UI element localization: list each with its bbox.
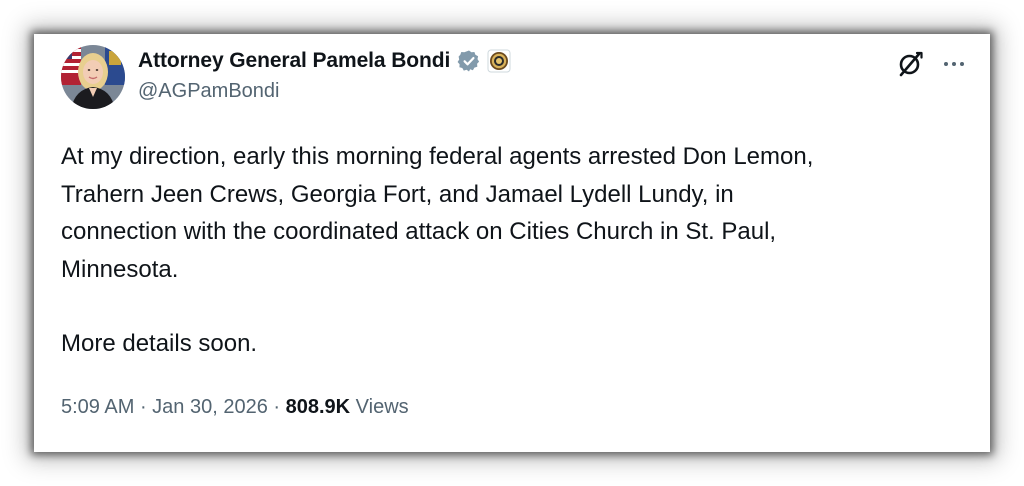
avatar-photo-icon: [61, 45, 125, 109]
tweet-meta: 5:09 AM · Jan 30, 2026 · 808.9K Views: [61, 396, 409, 419]
grok-icon[interactable]: [896, 50, 924, 78]
meta-separator: ·: [267, 396, 286, 418]
tweet-date[interactable]: Jan 30, 2026: [152, 396, 268, 418]
views-count[interactable]: 808.9K: [286, 396, 351, 418]
department-of-justice-seal-icon[interactable]: [487, 49, 511, 73]
tweet-time[interactable]: 5:09 AM: [61, 396, 134, 418]
author-name-row: Attorney General Pamela Bondi: [138, 47, 511, 75]
tweet-paragraph: At my direction, early this morning fede…: [61, 143, 814, 283]
screenshot-frame: Attorney General Pamela Bondi @AGPamBond…: [34, 34, 990, 452]
avatar[interactable]: [61, 45, 125, 109]
meta-separator: ·: [134, 396, 153, 418]
tweet-card: Attorney General Pamela Bondi @AGPamBond…: [34, 34, 990, 452]
verified-badge-icon[interactable]: [457, 49, 481, 73]
tweet-paragraph: More details soon.: [61, 330, 258, 357]
views-label[interactable]: Views: [356, 396, 409, 418]
author-handle[interactable]: @AGPamBondi: [138, 80, 279, 103]
tweet-text: At my direction, early this morning fede…: [61, 138, 961, 363]
author-display-name[interactable]: Attorney General Pamela Bondi: [138, 49, 450, 73]
more-options-icon[interactable]: [940, 53, 968, 75]
